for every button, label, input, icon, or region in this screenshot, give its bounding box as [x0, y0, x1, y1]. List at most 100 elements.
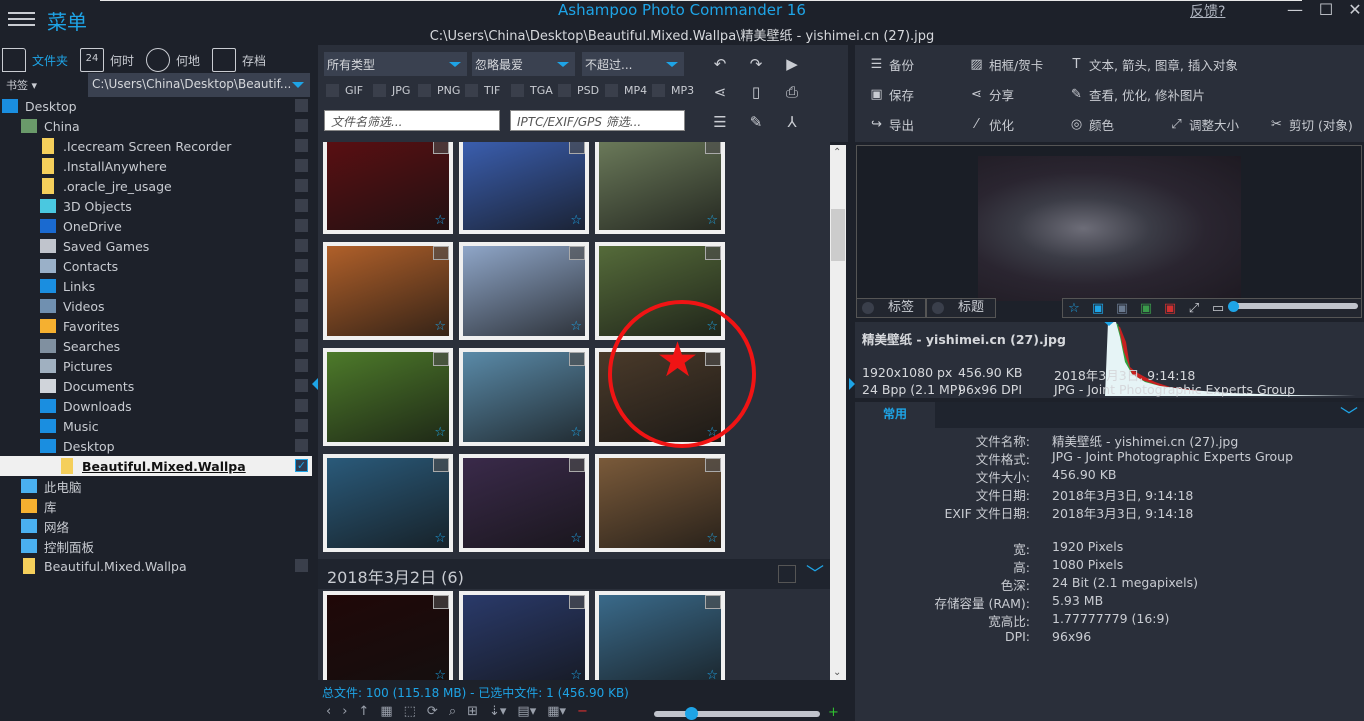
- thumbnail-size-slider[interactable]: [654, 711, 820, 717]
- thumbnail[interactable]: ☆: [459, 142, 589, 234]
- tray-icon[interactable]: ☰: [710, 112, 730, 132]
- favorite-star-icon[interactable]: ☆: [570, 213, 582, 228]
- tree-item-checkbox[interactable]: [295, 439, 308, 452]
- filetype-checkbox-jpg[interactable]: JPG: [373, 84, 410, 97]
- tree-item[interactable]: Favorites: [0, 316, 312, 336]
- tree-item-checkbox[interactable]: [295, 419, 308, 432]
- tree-item-checkbox[interactable]: [295, 199, 308, 212]
- feedback-link[interactable]: 反馈?: [1190, 1, 1225, 21]
- tree-item[interactable]: .Icecream Screen Recorder: [0, 136, 312, 156]
- action-share[interactable]: ⋖ 分享: [969, 85, 1014, 104]
- pdf-icon[interactable]: ⅄: [782, 112, 802, 132]
- close-button[interactable]: ✕: [1340, 0, 1364, 22]
- thumbnail[interactable]: ☆: [595, 142, 725, 234]
- search-icon[interactable]: ⌕: [449, 704, 456, 719]
- tree-item[interactable]: 3D Objects: [0, 196, 312, 216]
- action-database[interactable]: ☰ 备份: [869, 55, 914, 74]
- action-text-box[interactable]: T 文本, 箭头, 图章, 插入对象: [1069, 55, 1238, 74]
- tree-item-checkbox[interactable]: [295, 119, 308, 132]
- tree-item[interactable]: Desktop: [0, 436, 312, 456]
- tree-item-checkbox[interactable]: [295, 339, 308, 352]
- sort-icon[interactable]: ⇣▾: [489, 704, 506, 719]
- slider-knob[interactable]: [685, 707, 698, 720]
- tree-item[interactable]: China: [0, 116, 312, 136]
- thumbnail-checkbox[interactable]: [433, 595, 449, 609]
- tree-item[interactable]: Beautiful.Mixed.Wallpa: [0, 556, 312, 576]
- back-icon[interactable]: ‹: [326, 704, 331, 719]
- filetype-checkbox-tga[interactable]: TGA: [511, 84, 553, 97]
- thumbnail[interactable]: ☆: [323, 242, 453, 340]
- maximize-button[interactable]: ☐: [1311, 0, 1341, 22]
- filetype-checkbox-png[interactable]: PNG: [418, 84, 460, 97]
- thumbnail[interactable]: ☆: [459, 348, 589, 446]
- tree-item-checkbox[interactable]: ✓: [295, 459, 308, 472]
- tree-item-checkbox[interactable]: [295, 99, 308, 112]
- thumbnail-checkbox[interactable]: [433, 458, 449, 472]
- favorite-star-icon[interactable]: ☆: [434, 319, 446, 334]
- refresh-icon[interactable]: ⟳: [427, 704, 438, 719]
- action-brush[interactable]: ✎ 查看, 优化, 修补图片: [1069, 85, 1205, 104]
- slideshow-icon[interactable]: ▶: [782, 54, 802, 74]
- tree-item-checkbox[interactable]: [295, 139, 308, 152]
- metadata-filter-input[interactable]: IPTC/EXIF/GPS 筛选...: [510, 110, 685, 131]
- action-magic-wand[interactable]: ⁄ 优化: [969, 115, 1014, 134]
- tab-when[interactable]: 24 何时: [80, 47, 134, 73]
- star-icon[interactable]: ☆: [1067, 301, 1081, 316]
- view-list-icon[interactable]: ▤▾: [517, 704, 536, 719]
- action-export-arrow[interactable]: ↪ 导出: [869, 115, 914, 134]
- scroll-up-icon[interactable]: ⌃: [833, 147, 841, 158]
- tree-item[interactable]: Documents: [0, 376, 312, 396]
- favorite-star-icon[interactable]: ☆: [570, 319, 582, 334]
- tab-archive[interactable]: 存档: [212, 47, 266, 73]
- thumbnail-checkbox[interactable]: [433, 246, 449, 260]
- favorite-filter-dropdown[interactable]: 忽略最爱: [472, 52, 575, 76]
- zoom-in-icon[interactable]: +: [828, 705, 839, 720]
- view-grid-icon[interactable]: ▦▾: [547, 704, 566, 719]
- scroll-down-icon[interactable]: ⌄: [833, 667, 841, 678]
- thumbnail-checkbox[interactable]: [705, 458, 721, 472]
- tree-item-checkbox[interactable]: [295, 279, 308, 292]
- zoom-out-icon[interactable]: −: [577, 704, 588, 719]
- favorite-star-icon[interactable]: ☆: [434, 425, 446, 440]
- tree-item[interactable]: OneDrive: [0, 216, 312, 236]
- tree-item-checkbox[interactable]: [295, 319, 308, 332]
- action-color-circle[interactable]: ◎ 颜色: [1069, 115, 1114, 134]
- thumbnail-checkbox[interactable]: [569, 142, 585, 154]
- tree-item[interactable]: Beautiful.Mixed.Wallpa ✓: [0, 456, 312, 476]
- tree-item-checkbox[interactable]: [295, 359, 308, 372]
- tree-item-checkbox[interactable]: [295, 159, 308, 172]
- thumbnail[interactable]: ☆: [595, 591, 725, 680]
- rotate-right-icon[interactable]: ↷: [746, 54, 766, 74]
- rotate-left-icon[interactable]: ↶: [710, 54, 730, 74]
- path-selector[interactable]: C:\Users\China\Desktop\Beautif...: [88, 73, 310, 97]
- tab-tags[interactable]: 标签: [856, 298, 926, 318]
- monitor-icon[interactable]: ▭: [1211, 301, 1225, 316]
- tree-item[interactable]: Music: [0, 416, 312, 436]
- preview-slider[interactable]: [1232, 303, 1358, 309]
- type-filter-dropdown[interactable]: 所有类型: [324, 52, 467, 76]
- action-save[interactable]: ▣ 保存: [869, 85, 914, 104]
- action-scissors[interactable]: ✂ 剪切 (对象): [1269, 115, 1353, 134]
- tree-item-checkbox[interactable]: [295, 259, 308, 272]
- tab-where[interactable]: 何地: [146, 47, 200, 73]
- tree-item[interactable]: Links: [0, 276, 312, 296]
- tree-item-checkbox[interactable]: [295, 219, 308, 232]
- favorite-star-icon[interactable]: ☆: [706, 213, 718, 228]
- favorite-star-icon[interactable]: ☆: [570, 668, 582, 680]
- filetype-checkbox-psd[interactable]: PSD: [558, 84, 599, 97]
- histogram-red-icon[interactable]: ▣: [1163, 301, 1177, 316]
- thumbnail[interactable]: ☆: [323, 142, 453, 234]
- tree-item[interactable]: 网络: [0, 516, 312, 536]
- tree-item-checkbox[interactable]: [295, 379, 308, 392]
- tree-item[interactable]: .oracle_jre_usage: [0, 176, 312, 196]
- thumbnail[interactable]: ☆: [459, 591, 589, 680]
- tree-item[interactable]: Contacts: [0, 256, 312, 276]
- thumbnail-checkbox[interactable]: [569, 458, 585, 472]
- favorite-star-icon[interactable]: ☆: [570, 425, 582, 440]
- histogram-blue-icon[interactable]: ▣: [1115, 301, 1129, 316]
- thumbnail[interactable]: ☆: [323, 454, 453, 552]
- thumbnail-checkbox[interactable]: [569, 595, 585, 609]
- thumbnail[interactable]: ☆: [459, 454, 589, 552]
- chevron-down-icon[interactable]: ﹀: [806, 560, 824, 586]
- action-resize[interactable]: ⤢ 调整大小: [1169, 115, 1239, 134]
